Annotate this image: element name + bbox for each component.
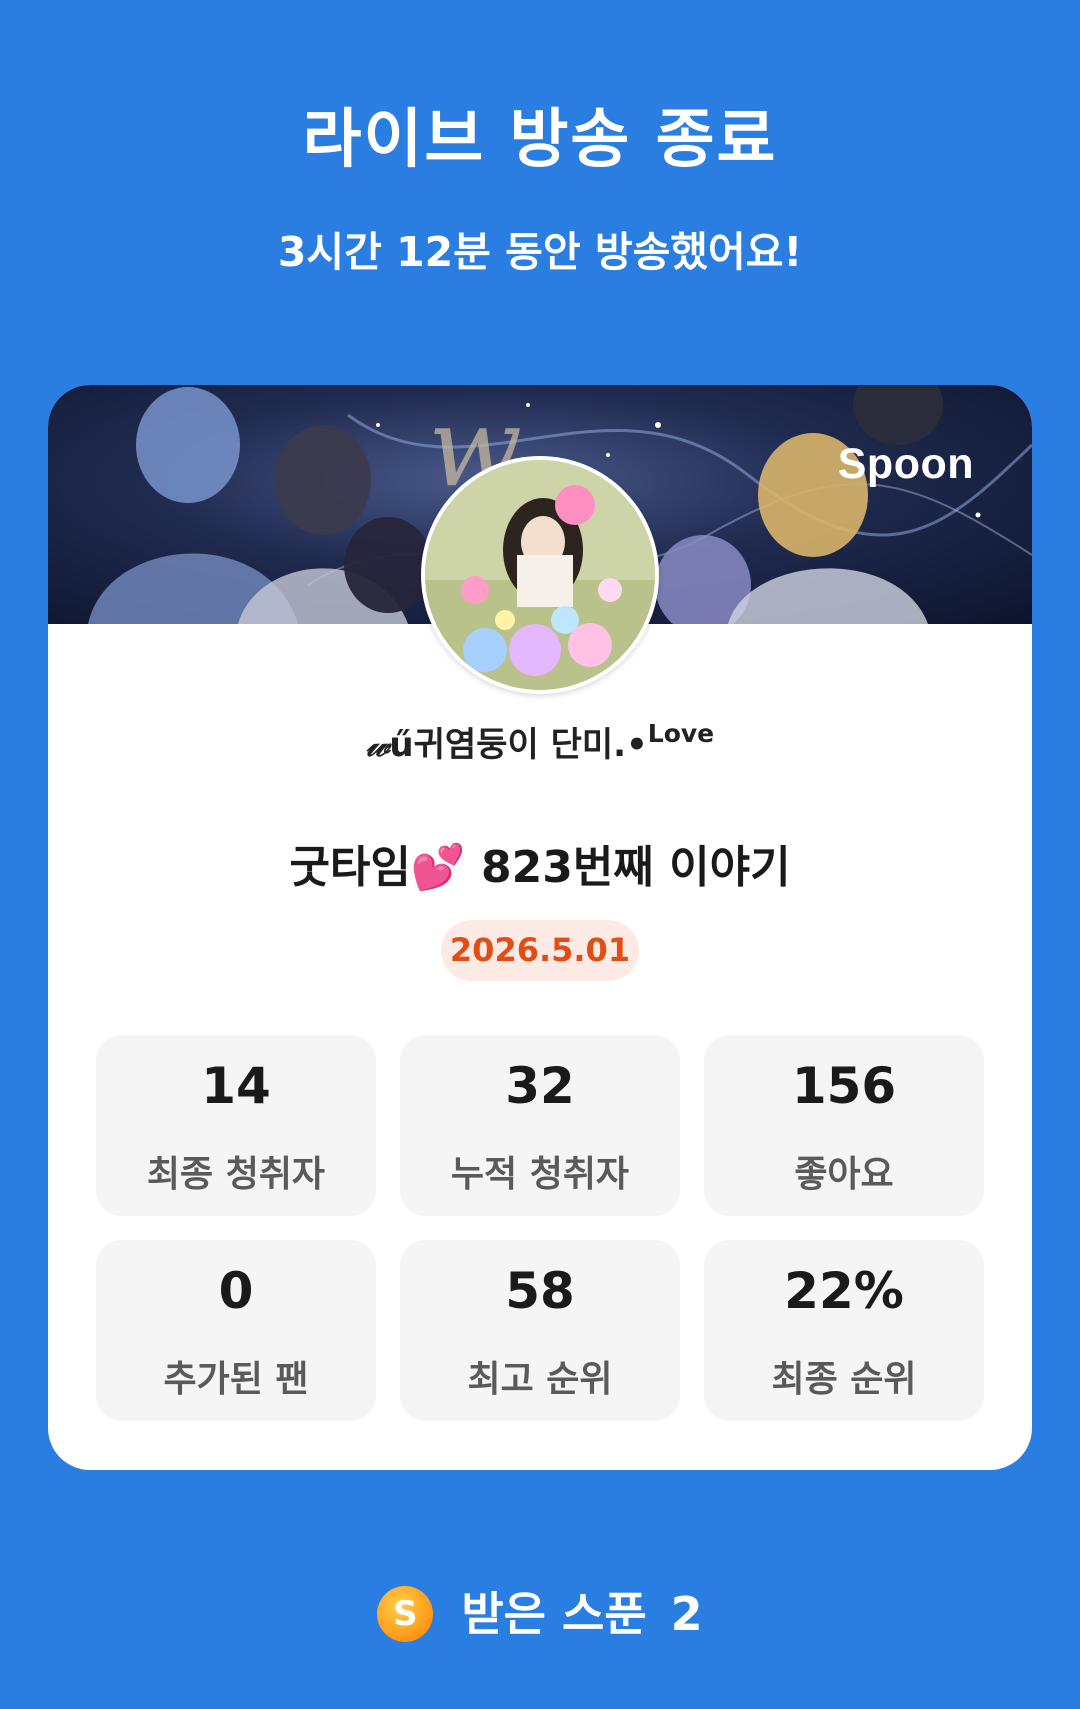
- received-spoons-label: 받은 스푼: [461, 1587, 647, 1641]
- stat-label: 최종 순위: [771, 1359, 917, 1400]
- stat-value: 0: [218, 1262, 254, 1320]
- received-spoons-count: 2: [670, 1587, 703, 1641]
- stat-best-rank: 58 최고 순위: [400, 1240, 680, 1421]
- stat-final-listeners: 14 최종 청취자: [96, 1035, 376, 1216]
- stat-value: 58: [505, 1262, 575, 1320]
- broadcast-summary-card: w Spoon 𝓌ű귀염둥이 단미.•Love 굿타임💕 823번째 이야기 2…: [48, 385, 1032, 1470]
- stat-value: 22%: [784, 1262, 904, 1320]
- host-name-prefix: 𝓌: [365, 725, 390, 765]
- stat-final-rank: 22% 최종 순위: [704, 1240, 984, 1421]
- page-title: 라이브 방송 종료: [302, 103, 778, 177]
- avatar-image: [425, 460, 655, 690]
- stat-label: 최고 순위: [467, 1359, 613, 1400]
- stat-value: 32: [505, 1057, 575, 1115]
- avatar[interactable]: [421, 456, 659, 694]
- host-name-text: ű귀염둥이 단미.•: [389, 725, 648, 765]
- received-spoons: S 받은 스푼 2: [0, 1578, 1080, 1642]
- stat-new-fans: 0 추가된 팬: [96, 1240, 376, 1421]
- spoon-coin-icon: S: [377, 1585, 434, 1642]
- broadcast-title: 굿타임💕 823번째 이야기: [289, 842, 791, 893]
- date-badge: 2026.5.01: [441, 920, 639, 981]
- stat-label: 좋아요: [794, 1154, 894, 1195]
- stat-likes: 156 좋아요: [704, 1035, 984, 1216]
- stat-value: 156: [791, 1057, 897, 1115]
- stat-label: 추가된 팬: [163, 1359, 309, 1400]
- spoon-logo: Spoon: [837, 440, 974, 488]
- host-name-suffix: Love: [647, 719, 715, 748]
- host-name: 𝓌ű귀염둥이 단미.•Love: [48, 717, 1032, 766]
- stat-label: 최종 청취자: [146, 1154, 326, 1195]
- stat-value: 14: [201, 1057, 271, 1115]
- stat-label: 누적 청취자: [450, 1154, 630, 1195]
- broadcast-duration: 3시간 12분 동안 방송했어요!: [277, 228, 803, 276]
- stat-total-listeners: 32 누적 청취자: [400, 1035, 680, 1216]
